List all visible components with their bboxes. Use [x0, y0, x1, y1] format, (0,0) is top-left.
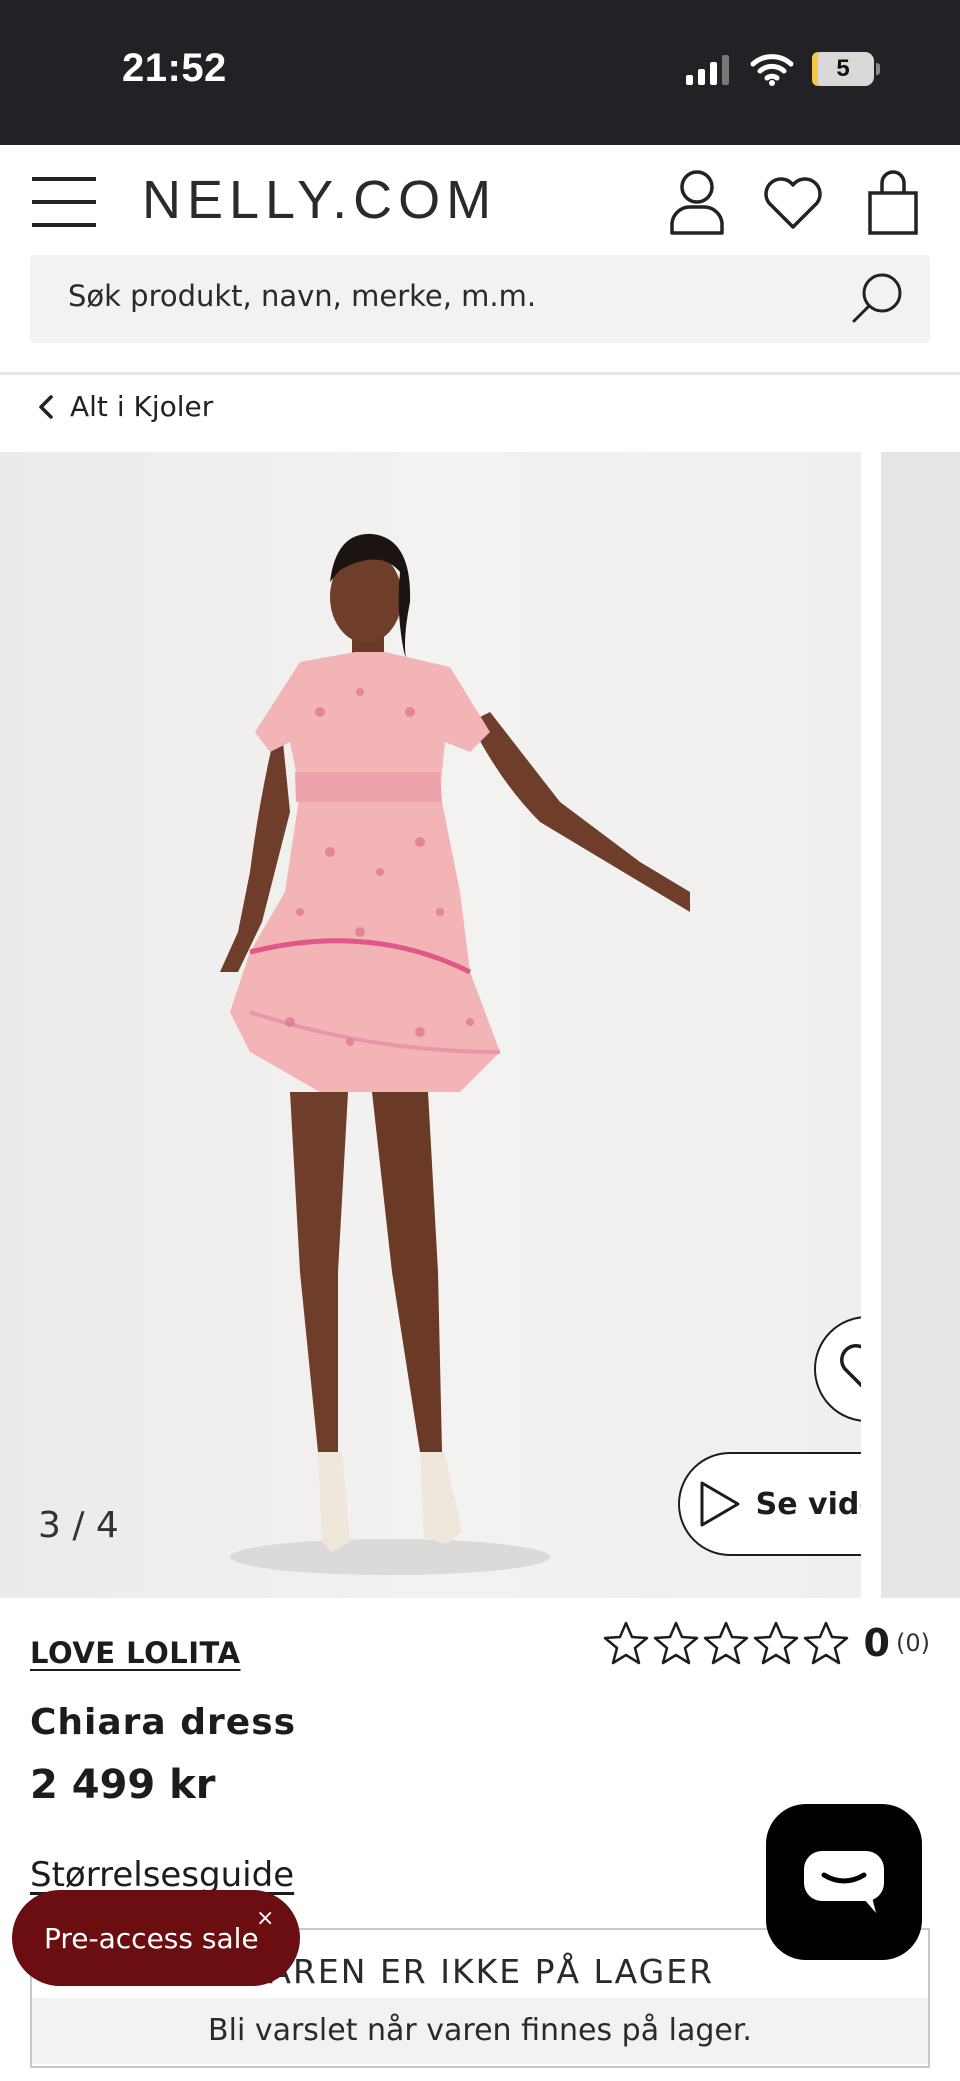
rating-stars	[602, 1620, 850, 1666]
cellular-signal-icon	[686, 55, 729, 85]
star-icon	[703, 1621, 748, 1665]
search-input[interactable]: Søk produkt, navn, merke, m.m.	[68, 279, 536, 313]
heart-icon	[840, 1344, 861, 1388]
next-slide-peek[interactable]	[881, 452, 960, 1598]
status-icons: 5	[684, 52, 880, 86]
rating-summary[interactable]: 0 (0)	[602, 1620, 930, 1666]
chat-button[interactable]	[766, 1804, 922, 1960]
menu-icon[interactable]	[32, 177, 96, 227]
chevron-left-icon	[39, 394, 53, 419]
notify-subtitle: Bli varslet når varen finnes på lager.	[32, 1998, 928, 2064]
battery-level: 5	[836, 55, 850, 82]
status-time: 21:52	[122, 46, 227, 90]
status-bar: 21:52 5	[0, 0, 960, 145]
pre-access-sale-banner[interactable]: Pre-access sale ×	[12, 1890, 300, 1986]
brand-link[interactable]: LOVE LOLITA	[30, 1636, 241, 1670]
product-price: 2 499 kr	[30, 1762, 216, 1808]
close-icon[interactable]: ×	[256, 1906, 274, 1931]
breadcrumb-label: Alt i Kjoler	[70, 390, 214, 423]
site-logo[interactable]: NELLY.COM	[142, 169, 497, 231]
product-image[interactable]: 3 / 4 Se video	[0, 452, 861, 1598]
rating-value: 0	[863, 1621, 890, 1665]
size-guide-link[interactable]: Størrelsesguide	[30, 1855, 294, 1895]
search-bar[interactable]: Søk produkt, navn, merke, m.m.	[30, 255, 930, 343]
star-icon	[653, 1621, 698, 1665]
product-gallery[interactable]: 3 / 4 Se video	[0, 452, 960, 1598]
search-icon[interactable]	[848, 269, 908, 329]
video-button-label: Se video	[755, 1486, 861, 1522]
star-icon	[803, 1621, 848, 1665]
battery-indicator: 5	[812, 52, 874, 86]
chat-bubble-icon	[804, 1851, 884, 1913]
wifi-icon	[750, 54, 794, 86]
shopping-bag-icon[interactable]	[860, 167, 926, 237]
play-icon	[700, 1481, 740, 1527]
site-header: NELLY.COM Søk produkt, navn, merke, m.m.	[0, 145, 960, 375]
pre-access-label: Pre-access sale	[44, 1921, 259, 1955]
wishlist-heart-icon[interactable]	[760, 167, 826, 237]
product-name: Chiara dress	[30, 1702, 297, 1743]
battery-tip	[876, 63, 880, 75]
play-video-button[interactable]: Se video	[678, 1452, 861, 1556]
breadcrumb-back-link[interactable]: Alt i Kjoler	[36, 390, 213, 423]
account-icon[interactable]	[664, 167, 730, 237]
model-figure-illustration	[220, 533, 690, 1575]
star-icon	[603, 1621, 648, 1665]
rating-count: (0)	[896, 1629, 930, 1657]
star-icon	[753, 1621, 798, 1665]
slide-counter: 3 / 4	[38, 1505, 119, 1546]
